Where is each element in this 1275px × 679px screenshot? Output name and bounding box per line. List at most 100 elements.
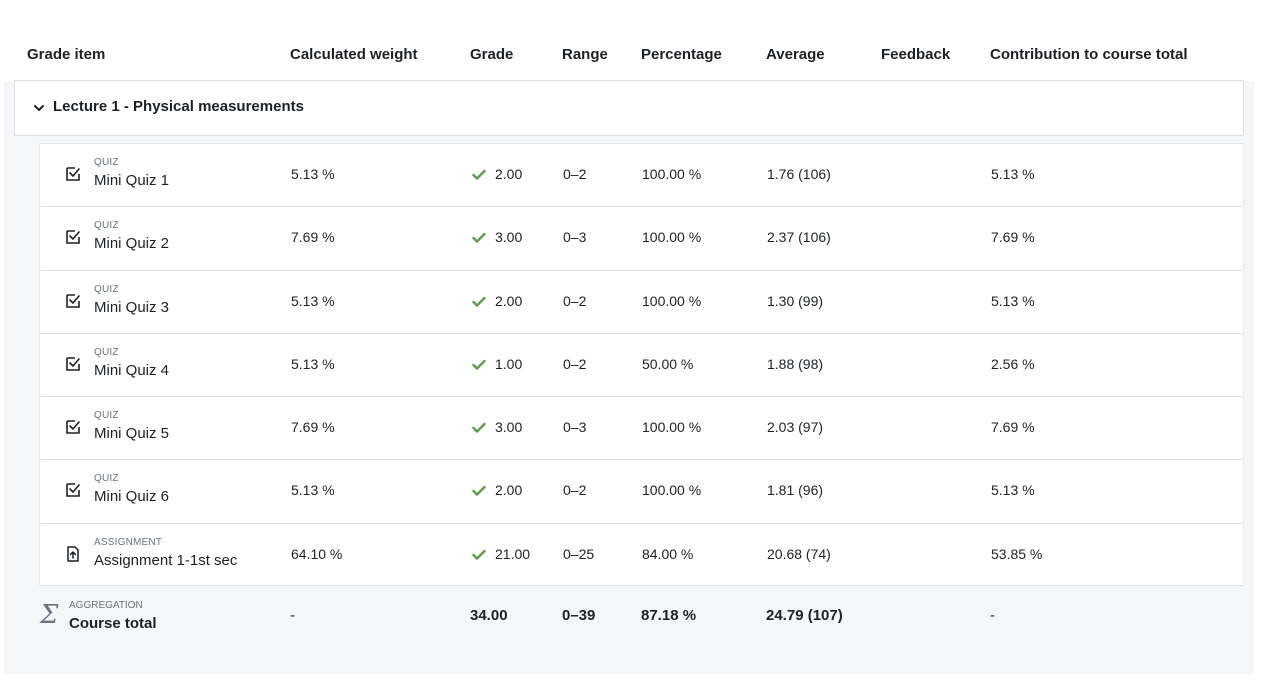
total-range: 0–39 [562,607,596,624]
item-average: 1.30 (99) [767,292,824,309]
table-header: Grade item Calculated weight Grade Range… [4,23,1254,81]
check-icon [472,295,486,307]
item-weight: 64.10 % [291,545,343,562]
quiz-icon [65,482,81,498]
item-name-link[interactable]: Mini Quiz 2 [94,235,169,252]
grade-item-row: QUIZ Mini Quiz 5 7.69 % 3.00 0–3 100.00 % 2.03… [40,396,1243,459]
quiz-icon [65,293,81,309]
item-percentage: 100.00 % [642,292,702,309]
item-weight: 5.13 % [291,482,335,499]
item-name-link[interactable]: Mini Quiz 5 [94,425,169,442]
col-calculated-weight: Calculated weight [290,46,418,63]
item-contribution: 53.85 % [991,545,1043,562]
grade-items-list: QUIZ Mini Quiz 1 5.13 % 2.00 0–2 100.00 % 1.76… [39,143,1244,587]
sigma-icon: Σ [40,600,59,630]
item-range: 0–25 [563,545,595,562]
item-type-label: QUIZ [94,473,119,485]
item-name-link[interactable]: Mini Quiz 6 [94,488,169,505]
item-contribution: 7.69 % [991,229,1035,246]
item-range: 0–3 [563,229,587,246]
grade-report-panel: Grade item Calculated weight Grade Range… [4,23,1254,674]
item-average: 2.37 (106) [767,229,831,246]
grade-item-row: ASSIGNMENT Assignment 1-1st sec 64.10 % 21.… [40,522,1243,587]
item-range: 0–2 [563,482,587,499]
item-grade: 1.00 [495,355,523,372]
check-icon [472,168,486,180]
item-contribution: 5.13 % [991,482,1035,499]
item-grade: 2.00 [495,482,523,499]
total-contribution: - [990,607,995,624]
grade-item-row: QUIZ Mini Quiz 4 5.13 % 1.00 0–2 50.00 % 1.88 … [40,332,1243,396]
item-percentage: 50.00 % [642,355,694,372]
item-average: 1.76 (106) [767,166,831,182]
col-feedback: Feedback [881,46,951,63]
grade-item-row: QUIZ Mini Quiz 1 5.13 % 2.00 0–2 100.00 % 1.76… [40,143,1243,206]
item-range: 0–2 [563,355,587,372]
col-range: Range [562,46,608,63]
item-name-link[interactable]: Mini Quiz 4 [94,362,169,379]
check-icon [472,231,486,243]
item-average: 1.81 (96) [767,482,824,499]
item-type-label: QUIZ [94,346,119,358]
item-type-label: QUIZ [94,410,119,422]
grade-item-row: QUIZ Mini Quiz 2 7.69 % 3.00 0–3 100.00 % 2.37… [40,206,1243,269]
item-grade: 3.00 [495,229,523,246]
item-percentage: 100.00 % [642,229,702,246]
item-percentage: 100.00 % [642,482,702,499]
item-average: 1.88 (98) [767,355,824,372]
col-grade: Grade [470,46,514,63]
item-contribution: 7.69 % [991,419,1035,436]
item-contribution: 5.13 % [991,292,1035,309]
item-type-label: QUIZ [94,157,119,168]
item-range: 0–2 [563,292,587,309]
item-weight: 5.13 % [291,166,335,182]
item-grade: 2.00 [495,292,523,309]
item-percentage: 84.00 % [642,545,694,562]
item-weight: 7.69 % [291,229,335,246]
category-row[interactable]: Lecture 1 - Physical measurements [14,80,1244,136]
item-range: 0–3 [563,419,587,436]
item-name-link[interactable]: Mini Quiz 1 [94,172,169,189]
total-name: Course total [69,615,157,632]
total-weight: - [290,607,295,624]
item-grade: 21.00 [495,545,531,562]
grade-item-row: QUIZ Mini Quiz 6 5.13 % 2.00 0–2 100.00 % 1.81… [40,459,1243,522]
item-percentage: 100.00 % [642,166,702,182]
item-name-link[interactable]: Mini Quiz 3 [94,299,169,316]
quiz-icon [65,419,81,435]
total-average: 24.79 (107) [766,607,843,624]
grade-item-row: QUIZ Mini Quiz 3 5.13 % 2.00 0–2 100.00 % 1.30… [40,269,1243,333]
col-contribution: Contribution to course total [990,46,1188,63]
check-icon [472,358,486,370]
quiz-icon [65,166,81,182]
total-percentage: 87.18 % [641,607,697,624]
course-total-row: Σ AGGREGATION Course total - 34.00 0–39 … [4,586,1254,646]
item-type-label: QUIZ [94,220,119,232]
col-average: Average [766,46,825,63]
item-range: 0–2 [563,166,587,182]
quiz-icon [65,229,81,245]
check-icon [472,484,486,497]
chevron-down-icon[interactable] [32,101,46,115]
item-contribution: 2.56 % [991,355,1035,372]
assignment-upload-icon [65,546,81,562]
quiz-icon [65,356,81,372]
check-icon [472,421,486,433]
item-name-link[interactable]: Assignment 1-1st sec [94,552,237,569]
check-icon [472,548,486,560]
item-grade: 3.00 [495,419,523,436]
total-grade: 34.00 [470,607,508,624]
item-grade: 2.00 [495,166,523,182]
category-label: Lecture 1 - Physical measurements [53,98,304,115]
item-contribution: 5.13 % [991,166,1035,182]
item-type-label: ASSIGNMENT [94,536,163,548]
item-average: 20.68 (74) [767,545,831,562]
item-average: 2.03 (97) [767,419,824,436]
item-weight: 7.69 % [291,419,335,436]
col-grade-item: Grade item [27,46,106,63]
item-type-label: QUIZ [94,283,119,295]
total-type-label: AGGREGATION [69,600,143,611]
item-weight: 5.13 % [291,292,335,309]
item-percentage: 100.00 % [642,419,702,436]
col-percentage: Percentage [641,46,722,63]
